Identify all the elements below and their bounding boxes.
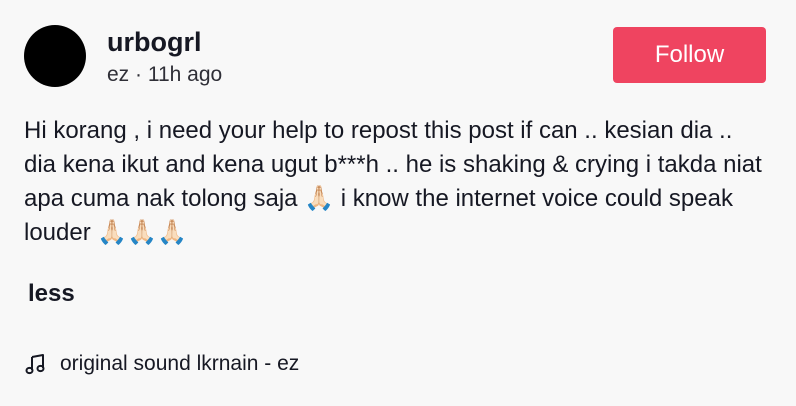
username[interactable]: urbogrl: [107, 26, 202, 58]
original-sound-link[interactable]: original sound lkrnain - ez: [24, 351, 299, 377]
post-caption: Hi korang , i need your help to repost t…: [24, 117, 762, 246]
post-meta: ez · 11h ago: [107, 63, 223, 86]
less-button[interactable]: less: [28, 279, 75, 309]
sound-label: original sound lkrnain - ez: [60, 352, 300, 375]
music-note-icon: [24, 353, 46, 375]
avatar[interactable]: [24, 25, 86, 87]
follow-button[interactable]: Follow: [613, 27, 766, 83]
post-card: urbogrl ez · 11h ago Follow Hi korang , …: [0, 0, 796, 406]
